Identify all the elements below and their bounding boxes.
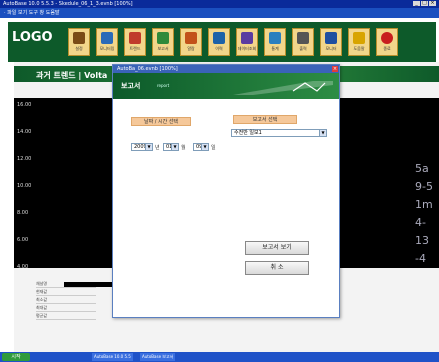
taskbar-item[interactable]: AutoBase 10.0 5.5	[92, 353, 133, 361]
close-button[interactable]: ×	[429, 1, 436, 6]
side-value: -4	[415, 252, 426, 265]
dialog-title: AutoBa_06.evnb [100%]	[117, 66, 178, 72]
cancel-button[interactable]: 취 소	[245, 261, 309, 275]
chevron-down-icon[interactable]: ▼	[145, 144, 152, 150]
toolbar-button-label: 이력	[215, 46, 223, 51]
alarm-icon	[185, 32, 197, 44]
monitor-icon	[101, 32, 113, 44]
y-axis-tick-label: 12.00	[17, 156, 32, 162]
legend-color-bar	[64, 282, 116, 287]
toolbar-button[interactable]: 모니터링	[96, 28, 118, 56]
print-icon	[297, 32, 309, 44]
toolbar-button[interactable]: 이력	[208, 28, 230, 56]
toolbar-button-label: 통계	[271, 46, 279, 51]
dialog-close-button[interactable]: ×	[332, 66, 338, 72]
year-select[interactable]: 2009 ▼	[131, 143, 153, 151]
toolbar-button[interactable]: 통계	[264, 28, 286, 56]
y-axis-tick-label: 6.00	[17, 237, 29, 243]
side-value: 9-5	[415, 180, 433, 193]
app-title: AutoBase 10.0 5.5.3 - Skedule_06_1_3.evn…	[3, 1, 133, 7]
side-value: 1m	[415, 198, 433, 211]
side-value: 4-13	[415, 216, 429, 247]
exit-icon	[381, 32, 393, 44]
logo: LOGO	[12, 30, 53, 45]
month-unit: 월	[181, 145, 186, 151]
day-unit: 일	[211, 145, 216, 151]
toolbar-button-label: 출력	[299, 46, 307, 51]
report-icon	[157, 32, 169, 44]
toolbar-button[interactable]: 종료	[376, 28, 398, 56]
toolbar-button-label: 알람	[187, 46, 195, 51]
start-button[interactable]: 시작	[2, 353, 30, 361]
toolbar-button-label: 모니터	[325, 46, 337, 51]
y-axis-tick-label: 4.00	[17, 264, 29, 270]
screen-icon	[325, 32, 337, 44]
banner-decoration-icon	[233, 81, 333, 95]
report-dialog: AutoBa_06.evnb [100%] × 보고서 report 날짜 / …	[112, 64, 340, 318]
toolbar-button[interactable]: 데이터조회	[236, 28, 258, 56]
chevron-down-icon[interactable]: ▼	[171, 144, 178, 150]
help-icon	[353, 32, 365, 44]
taskbar-item[interactable]: AutoBase 보고서	[140, 353, 176, 361]
trend-icon	[129, 32, 141, 44]
y-axis-tick-label: 10.00	[17, 183, 32, 189]
toolbar-button[interactable]: 모니터	[320, 28, 342, 56]
taskbar: 시작 AutoBase 10.0 5.5 AutoBase 보고서	[0, 352, 439, 362]
minimize-button[interactable]: _	[413, 1, 420, 6]
toolbar-button-label: 트렌드	[129, 46, 141, 51]
trend-y-axis: 16.00 14.00 12.00 10.00 8.00 6.00 4.00	[14, 98, 36, 270]
view-report-button[interactable]: 보고서 보기	[245, 241, 309, 255]
toolbar-button-label: 모니터링	[99, 46, 115, 51]
date-time-section-label: 날짜 / 시간 선택	[131, 117, 191, 126]
maximize-button[interactable]: □	[421, 1, 428, 6]
y-axis-tick-label: 14.00	[17, 129, 32, 135]
toolbar-button[interactable]: 보고서	[152, 28, 174, 56]
side-value: 5a	[415, 162, 429, 175]
legend-row: 현재값	[36, 288, 96, 296]
toolbar-button[interactable]: 도움말	[348, 28, 370, 56]
dialog-banner-title: 보고서	[121, 82, 141, 90]
y-axis-tick-label: 16.00	[17, 102, 32, 108]
toolbar-button[interactable]: 알람	[180, 28, 202, 56]
y-axis-tick-label: 8.00	[17, 210, 29, 216]
dialog-banner-subtitle: report	[157, 83, 170, 88]
report-section-label: 보고서 선택	[233, 115, 297, 124]
chevron-down-icon[interactable]: ▼	[319, 130, 326, 136]
report-select[interactable]: 수전반 일보1 ▼	[231, 129, 327, 137]
dialog-title-bar: AutoBa_06.evnb [100%] ×	[113, 65, 339, 73]
month-select[interactable]: 01 ▼	[163, 143, 179, 151]
chart-icon	[269, 32, 281, 44]
report-select-value: 수전반 일보1	[234, 130, 262, 136]
toolbar-button[interactable]: 출력	[292, 28, 314, 56]
data-icon	[241, 32, 253, 44]
settings-icon	[73, 32, 85, 44]
legend-row: 최소값	[36, 296, 96, 304]
main-toolbar: LOGO 설정 모니터링 트렌드 보고서 알람 이력 데이터조회 통계 출력 모니터 도움말 종료	[8, 22, 436, 62]
day-select[interactable]: 09 ▼	[193, 143, 209, 151]
dialog-banner: 보고서 report	[113, 73, 339, 99]
toolbar-button-label: 종료	[383, 46, 391, 51]
toolbar-button-label: 도움말	[353, 46, 365, 51]
legend-row: 최대값	[36, 304, 96, 312]
history-icon	[213, 32, 225, 44]
window-controls: _ □ ×	[413, 1, 436, 6]
toolbar-button-label: 보고서	[157, 46, 169, 51]
legend-row: 평균값	[36, 312, 96, 320]
trend-title: 과거 트렌드 | Volta	[36, 71, 108, 80]
toolbar-button[interactable]: 설정	[68, 28, 90, 56]
trend-side-values: 5a 9-5 1m 4-13 -4	[415, 160, 439, 268]
year-unit: 년	[155, 145, 160, 151]
menu-bar[interactable]: · 파일 보기 도구 창 도움말	[0, 8, 439, 18]
chevron-down-icon[interactable]: ▼	[201, 144, 208, 150]
toolbar-button-label: 설정	[75, 46, 83, 51]
toolbar-button[interactable]: 트렌드	[124, 28, 146, 56]
app-title-bar: AutoBase 10.0 5.5.3 - Skedule_06_1_3.evn…	[0, 0, 439, 8]
toolbar-button-label: 데이터조회	[237, 46, 257, 51]
